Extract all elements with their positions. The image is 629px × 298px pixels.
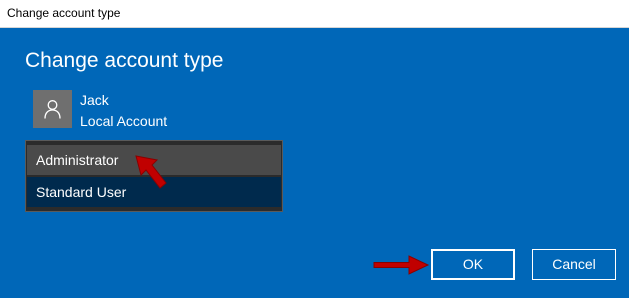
annotation-arrow-administrator-icon (135, 155, 167, 189)
cancel-button[interactable]: Cancel (532, 249, 616, 280)
dialog-heading: Change account type (25, 49, 224, 72)
user-account-type: Local Account (80, 113, 168, 129)
avatar (33, 90, 72, 128)
user-silhouette-icon (44, 100, 61, 119)
ok-button[interactable]: OK (431, 249, 515, 280)
annotation-arrow-ok-icon (373, 255, 430, 275)
change-account-type-dialog: Change account type Jack Local Account A… (0, 28, 629, 298)
window-title: Change account type (7, 6, 121, 20)
window-titlebar: Change account type (0, 0, 629, 28)
user-name: Jack (80, 92, 109, 108)
